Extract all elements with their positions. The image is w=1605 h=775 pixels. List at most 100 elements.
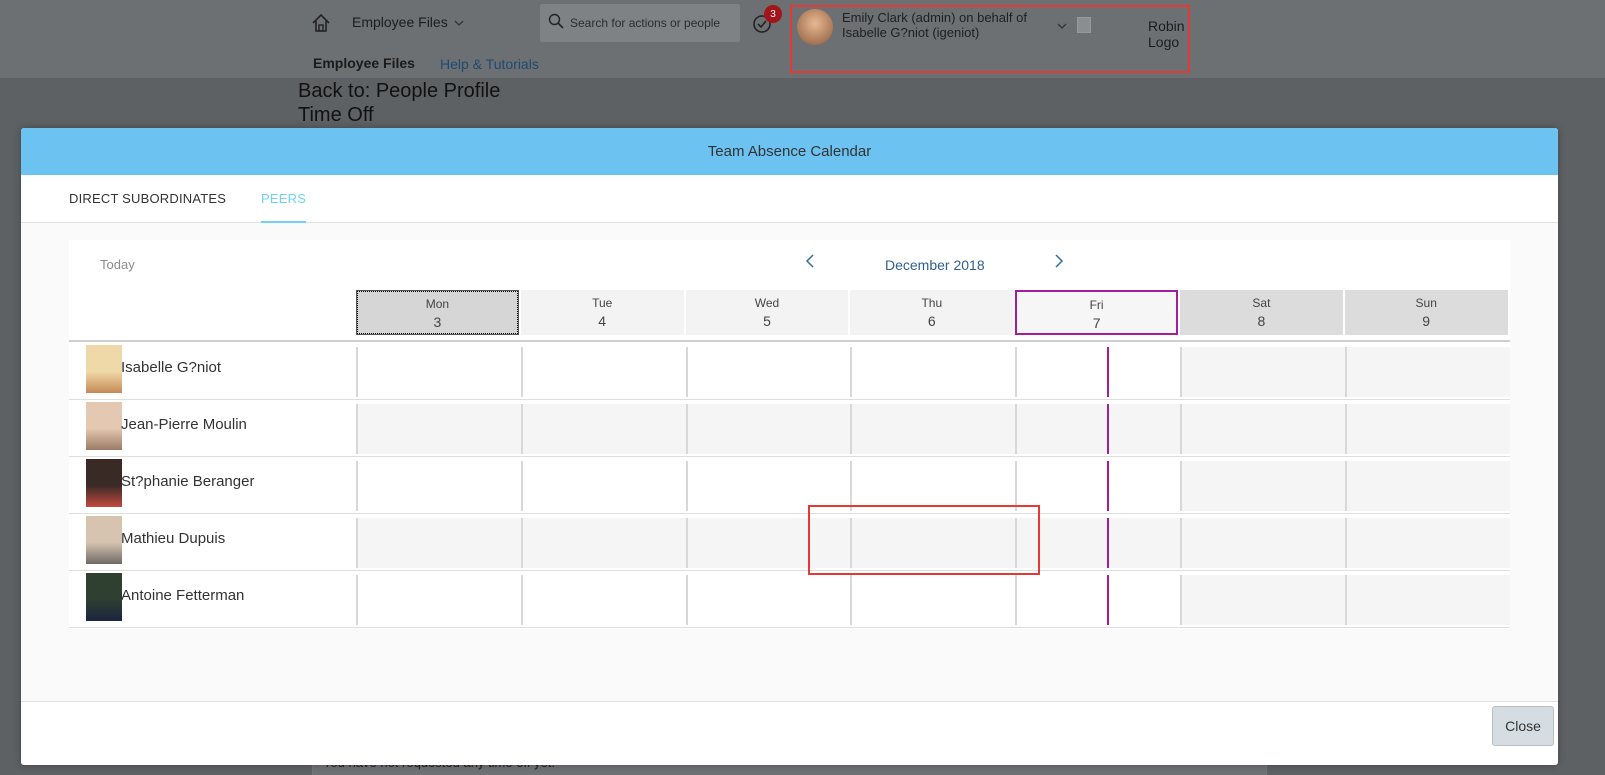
today-button[interactable]: Today [100,257,135,272]
close-button[interactable]: Close [1492,706,1554,746]
notification-badge: 3 [764,5,782,23]
day-cell[interactable] [356,347,521,397]
today-marker-line [1107,461,1110,511]
app-menu-button[interactable]: Employee Files [352,14,464,30]
day-header-wed[interactable]: Wed 5 [685,290,849,335]
day-number: 5 [763,313,771,329]
day-cell[interactable] [1180,575,1345,625]
tab-peers[interactable]: PEERS [261,191,307,223]
day-cell[interactable] [356,404,521,454]
person-name: St?phanie Beranger [121,473,255,490]
avatar [86,516,122,564]
table-row: Antoine Fetterman [69,571,1510,628]
chevron-right-icon[interactable] [1054,254,1064,273]
day-cell[interactable] [356,461,521,511]
absence-calendar: Today December 2018 Mon 3 Tue 4 Wed 5 Thu 6 Fri 7… [69,240,1510,629]
day-header-fri[interactable]: Fri 7 [1015,290,1178,335]
app-menu-label: Employee Files [352,14,448,30]
day-cell[interactable] [520,518,686,568]
day-name: Fri [1089,298,1104,312]
day-cell[interactable] [520,461,686,511]
day-name: Tue [592,296,613,310]
day-name: Mon [425,297,450,311]
chevron-down-icon[interactable] [1057,19,1067,33]
user-line-1: Emily Clark (admin) on behalf of [842,10,1027,25]
nav-employee-files[interactable]: Employee Files [313,55,415,71]
tab-direct-subordinates[interactable]: DIRECT SUBORDINATES [69,191,226,206]
day-cell[interactable] [1344,518,1510,568]
day-cell[interactable] [356,518,521,568]
day-cell[interactable] [1015,404,1180,454]
day-number: 7 [1092,315,1101,331]
divider [69,340,1510,342]
day-cell[interactable] [1344,347,1510,397]
day-header-mon[interactable]: Mon 3 [356,290,519,335]
today-marker-line [1107,404,1110,454]
day-cell[interactable] [1344,404,1510,454]
chevron-left-icon[interactable] [805,254,815,273]
day-cell[interactable] [850,461,1016,511]
day-header-row: Mon 3 Tue 4 Wed 5 Thu 6 Fri 7 Sat 8 Sun 9 [356,290,1510,335]
day-cell[interactable] [850,404,1016,454]
day-cell[interactable] [1180,347,1345,397]
avatar [86,573,122,621]
tab-bar: DIRECT SUBORDINATES PEERS [21,175,1558,223]
day-cell[interactable] [1015,575,1180,625]
day-cell[interactable] [520,404,686,454]
chevron-down-icon [454,14,464,30]
day-cell[interactable] [1344,461,1510,511]
day-number: 4 [598,313,607,329]
day-cell[interactable] [850,347,1016,397]
broken-image-icon [1077,17,1091,33]
person-name: Antoine Fetterman [121,587,245,604]
day-cell[interactable] [685,461,851,511]
dialog-title: Team Absence Calendar [21,128,1558,175]
highlight-annotation [808,505,1040,575]
person-name: Jean-Pierre Moulin [121,416,247,433]
day-cell[interactable] [685,347,851,397]
page-title: Time Off [298,104,374,126]
day-cell[interactable] [1344,575,1510,625]
search-box[interactable] [540,4,740,42]
avatar [86,345,122,393]
day-cell[interactable] [520,575,686,625]
table-row: Isabelle G?niot [69,343,1510,400]
day-header-sun[interactable]: Sun 9 [1344,290,1508,335]
day-cell[interactable] [685,575,851,625]
search-input[interactable] [570,16,740,30]
today-marker-line [1107,575,1110,625]
avatar [86,459,122,507]
user-info: Emily Clark (admin) on behalf of Isabell… [842,10,1062,40]
today-marker-line [1107,518,1110,568]
day-cell[interactable] [520,347,686,397]
month-label[interactable]: December 2018 [885,257,985,273]
day-cell[interactable] [850,575,1016,625]
day-header-thu[interactable]: Thu 6 [850,290,1014,335]
day-cell[interactable] [1180,404,1345,454]
day-header-sat[interactable]: Sat 8 [1180,290,1343,335]
day-cell[interactable] [685,404,851,454]
check-circle-icon [752,15,774,38]
day-name: Sun [1415,296,1437,310]
day-cell[interactable] [1180,518,1345,568]
person-name: Isabelle G?niot [121,359,222,376]
avatar [86,402,122,450]
team-absence-dialog: Team Absence Calendar DIRECT SUBORDINATE… [21,128,1558,765]
day-name: Sat [1252,296,1271,310]
day-cell[interactable] [1015,347,1180,397]
day-number: 9 [1422,313,1431,329]
day-number: 8 [1257,313,1266,329]
user-menu[interactable]: Emily Clark (admin) on behalf of Isabell… [790,5,1190,73]
search-icon [548,13,564,34]
day-cell[interactable] [356,575,521,625]
home-icon[interactable] [310,12,332,34]
day-cell[interactable] [1180,461,1345,511]
shell-header: Employee Files 3 Emily Clark (admin) on … [0,0,1605,78]
day-number: 3 [433,314,442,330]
nav-help-tutorials[interactable]: Help & Tutorials [440,56,539,72]
back-link[interactable]: Back to: People Profile [298,80,500,103]
day-name: Wed [754,296,780,310]
day-cell[interactable] [1015,461,1180,511]
notifications-button[interactable]: 3 [752,5,782,34]
day-header-tue[interactable]: Tue 4 [520,290,684,335]
